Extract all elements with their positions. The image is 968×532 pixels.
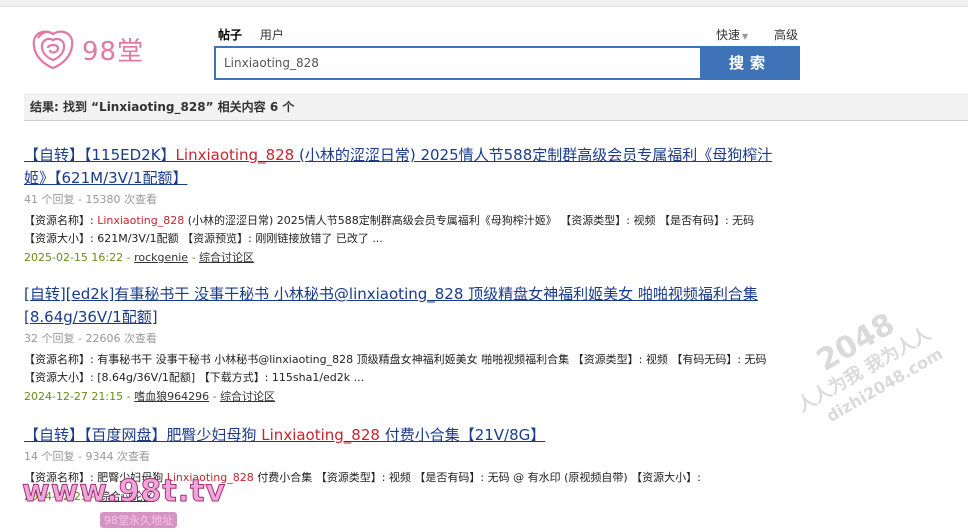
quick-label: 快速 bbox=[716, 28, 741, 42]
snippet-highlight: Linxiaoting_828 bbox=[97, 214, 185, 227]
result-date: 2025-02-15 16:22 bbox=[24, 251, 124, 264]
quick-search-dropdown[interactable]: 快速 ▼ bbox=[716, 26, 748, 43]
title-highlight: Linxiaoting_828 bbox=[261, 426, 380, 444]
title-text: 付费小合集【21V/8G】 bbox=[379, 426, 546, 444]
title-text: 【自转】【百度网盘】肥臀少妇母狗 bbox=[24, 426, 262, 444]
site-logo[interactable]: 98堂 bbox=[28, 24, 144, 74]
search-button[interactable]: 搜索 bbox=[700, 46, 800, 80]
result-footer: 2024-12-27 21:15 - 嗜血狼964296 - 综合讨论区 bbox=[24, 390, 276, 403]
chevron-down-icon: ▼ bbox=[742, 32, 749, 41]
snippet-text: 【资源名称】: bbox=[24, 214, 98, 227]
results-summary: 结果: 找到 “Linxiaoting_828” 相关内容 6 个 bbox=[24, 93, 968, 121]
search-type-tabs: 帖子 用户 bbox=[218, 26, 298, 43]
result-forum-link[interactable]: 综合讨论区 bbox=[220, 390, 275, 403]
search-bar: 搜索 bbox=[214, 46, 800, 80]
search-result: 【自转】【115ED2K】Linxiaoting_828 (小林的涩涩日常) 2… bbox=[24, 144, 794, 266]
tab-posts[interactable]: 帖子 bbox=[218, 28, 242, 42]
title-text: 【自转】【115ED2K】 bbox=[24, 146, 176, 164]
result-date: 2024-12-27 21:15 bbox=[24, 390, 124, 403]
result-footer: 2025-02-15 16:22 - rockgenie - 综合讨论区 bbox=[24, 251, 255, 264]
watermark-98t-sub: 98堂永久地址 bbox=[100, 512, 177, 528]
advanced-search-link[interactable]: 高级 bbox=[774, 26, 798, 43]
result-title-link[interactable]: [自转][ed2k]有事秘书干 没事干秘书 小林秘书@linxiaoting_8… bbox=[24, 283, 794, 329]
result-meta: 41 个回复 - 15380 次查看 bbox=[24, 193, 157, 206]
title-highlight: Linxiaoting_828 bbox=[175, 146, 295, 164]
result-meta: 32 个回复 - 22606 次查看 bbox=[24, 332, 157, 345]
rose-logo-icon bbox=[32, 30, 74, 70]
result-title-link[interactable]: 【自转】【115ED2K】Linxiaoting_828 (小林的涩涩日常) 2… bbox=[24, 144, 794, 190]
result-forum-link[interactable]: 综合讨论区 bbox=[199, 251, 254, 264]
result-author-link[interactable]: rockgenie bbox=[134, 251, 188, 264]
search-result: [自转][ed2k]有事秘书干 没事干秘书 小林秘书@linxiaoting_8… bbox=[24, 283, 794, 405]
snippet-text: 付费小合集 【资源类型】: 视频 【是否有码】: 无码 @ 有水印 (原视频自带… bbox=[253, 471, 701, 484]
result-author-link[interactable]: 嗜血狼964296 bbox=[134, 390, 209, 403]
result-meta: 14 个回复 - 9344 次查看 bbox=[24, 450, 150, 463]
result-snippet: 【资源名称】: 有事秘书干 没事干秘书 小林秘书@linxiaoting_828… bbox=[24, 351, 774, 387]
result-title-link[interactable]: 【自转】【百度网盘】肥臀少妇母狗 Linxiaoting_828 付费小合集【2… bbox=[24, 424, 794, 447]
search-input[interactable] bbox=[214, 46, 716, 80]
result-snippet: 【资源名称】: Linxiaoting_828 (小林的涩涩日常) 2025情人… bbox=[24, 212, 774, 248]
tab-users[interactable]: 用户 bbox=[260, 28, 284, 42]
watermark-98t: www.98t.tv bbox=[21, 474, 227, 510]
logo-text: 98堂 bbox=[82, 36, 145, 67]
title-text: [自转][ed2k]有事秘书干 没事干秘书 小林秘书@linxiaoting_8… bbox=[24, 285, 758, 326]
top-strip bbox=[0, 0, 968, 7]
snippet-text: 【资源名称】: 有事秘书干 没事干秘书 小林秘书@linxiaoting_828… bbox=[24, 353, 767, 384]
